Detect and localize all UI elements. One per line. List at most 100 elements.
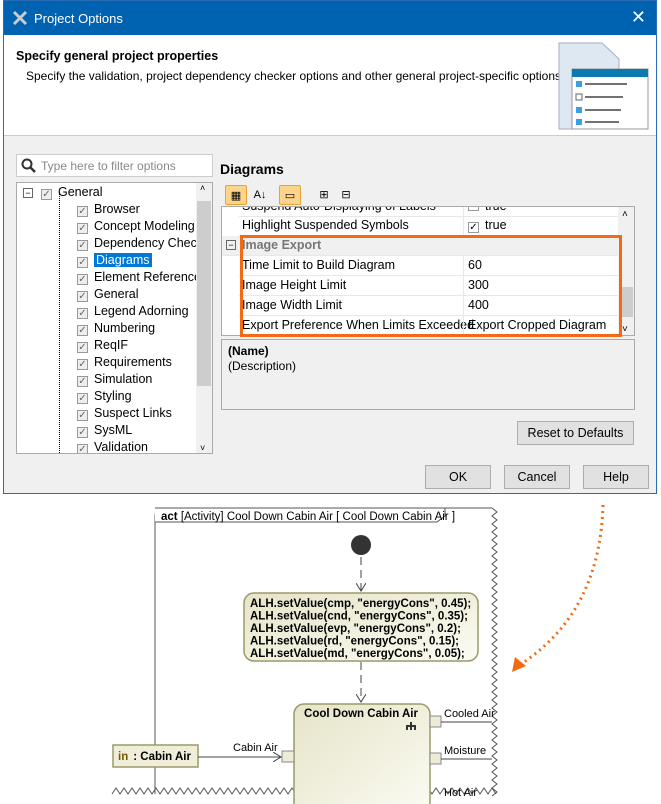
description-toggle-icon[interactable]: ▭ xyxy=(279,185,301,205)
description-name: (Name) xyxy=(228,344,269,358)
tree-item-label: General xyxy=(94,287,139,301)
filter-placeholder: Type here to filter options xyxy=(41,159,176,173)
tree-item[interactable]: ✓ Legend Adorning xyxy=(77,303,189,320)
scroll-up-icon[interactable]: ˄ xyxy=(200,183,205,193)
checkbox[interactable]: ✓ xyxy=(77,342,88,353)
header-panel: Specify general project properties Speci… xyxy=(4,35,656,136)
code-line: ALH.setValue(cmp, "energyCons", 0.45); xyxy=(250,598,471,610)
scroll-down-icon[interactable]: ˅ xyxy=(622,324,628,335)
reset-defaults-button[interactable]: Reset to Defaults xyxy=(517,421,634,445)
property-name: Highlight Suspended Symbols xyxy=(242,218,409,232)
tree-item[interactable]: ✓ Requirements xyxy=(77,354,172,371)
description-text: (Description) xyxy=(228,359,297,373)
property-name: Suspend Auto-Displaying of Labels xyxy=(242,206,436,213)
tree-item-general-root[interactable]: − ✓ General xyxy=(23,184,102,201)
checkbox[interactable]: ✓ xyxy=(77,223,88,234)
tree-item-label: Simulation xyxy=(94,372,153,386)
categorized-view-icon[interactable]: ▦ xyxy=(225,185,247,205)
tree-item[interactable]: ✓ Element References xyxy=(77,269,207,286)
input-pin-cabin-air[interactable] xyxy=(281,750,295,763)
tree-item-label: Suspect Links xyxy=(94,406,172,420)
scroll-down-icon[interactable]: ˅ xyxy=(200,443,205,453)
collapse-icon[interactable]: − xyxy=(23,188,33,198)
description-panel: (Name) (Description) xyxy=(221,339,635,410)
code-line: ALH.setValue(md, "energyCons", 0.05); xyxy=(250,648,465,660)
scroll-up-icon[interactable]: ˄ xyxy=(622,209,628,220)
app-logo-icon xyxy=(12,10,28,26)
ok-button[interactable]: OK xyxy=(425,465,491,489)
options-document-icon xyxy=(558,42,649,130)
tree-item-label: Diagrams xyxy=(94,253,152,267)
output-pin-moisture[interactable] xyxy=(429,752,442,765)
tree-item-label: Legend Adorning xyxy=(94,304,189,318)
highlight-frame xyxy=(240,235,622,337)
property-value: true xyxy=(463,206,507,216)
tree-item-label: Requirements xyxy=(94,355,172,369)
tree-item-label: Element References xyxy=(94,270,208,284)
sort-alphabetical-icon[interactable]: A↓ xyxy=(249,185,271,205)
tree-item[interactable]: ✓ Styling xyxy=(77,388,132,405)
value-text: true xyxy=(485,218,507,232)
tree-item[interactable]: ✓ Concept Modeling xyxy=(77,218,195,235)
tree-item-label: Browser xyxy=(94,202,140,216)
checkbox[interactable]: ✓ xyxy=(77,393,88,404)
pin-label: Hot Air xyxy=(444,787,477,799)
checkbox[interactable]: ✓ xyxy=(77,206,88,217)
checkbox[interactable] xyxy=(468,207,479,211)
code-line: ALH.setValue(cnd, "energyCons", 0.35); xyxy=(250,611,468,623)
tree-item[interactable]: ✓ Validation xyxy=(77,439,148,454)
tree-item[interactable]: ✓ Simulation xyxy=(77,371,152,388)
action-name: Cool Down Cabin Air xyxy=(304,708,418,720)
checkbox[interactable]: ✓ xyxy=(77,240,88,251)
search-icon xyxy=(21,158,36,173)
checkbox[interactable]: ✓ xyxy=(77,359,88,370)
options-tree: − ✓ General ✓ Browser ✓ Concept Modeling ✓ Depe… xyxy=(16,182,213,454)
section-title: Diagrams xyxy=(220,161,284,177)
collapse-all-icon[interactable]: ⊟ xyxy=(335,185,357,205)
checkbox[interactable]: ✓ xyxy=(77,257,88,268)
title-bar: Project Options ✕ xyxy=(4,1,656,35)
cancel-button[interactable]: Cancel xyxy=(504,465,570,489)
initial-node[interactable] xyxy=(351,535,371,555)
tree-item[interactable]: ✓ Numbering xyxy=(77,320,155,337)
tree-item-label: Styling xyxy=(94,389,132,403)
flow-label: Cabin Air xyxy=(233,742,278,754)
checkbox[interactable]: ✓ xyxy=(77,444,88,453)
arrowhead-icon xyxy=(512,657,526,672)
value-text: true xyxy=(485,206,507,213)
tree-item-label: Numbering xyxy=(94,321,156,335)
tree-item[interactable]: ✓ ReqIF xyxy=(77,337,128,354)
tree-item[interactable]: ✓ Dependency Checker xyxy=(77,235,212,252)
tree-item[interactable]: ✓ General xyxy=(77,286,138,303)
help-button[interactable]: Help xyxy=(583,465,649,489)
close-icon[interactable]: ✕ xyxy=(631,7,646,28)
activity-diagram: act [Activity] Cool Down Cabin Air [ Coo… xyxy=(111,504,605,804)
expand-all-icon[interactable]: ⊞ xyxy=(313,185,335,205)
code-line: ALH.setValue(rd, "energyCons", 0.15); xyxy=(250,636,459,648)
checkbox[interactable]: ✓ xyxy=(77,410,88,421)
tree-item[interactable]: ✓ Suspect Links xyxy=(77,405,172,422)
tree-item[interactable]: ✓ SysML xyxy=(77,422,132,439)
tree-item-label: Concept Modeling xyxy=(94,219,195,233)
callout-arrow xyxy=(517,504,605,668)
property-row-highlight[interactable]: Highlight Suspended Symbols ✓ true xyxy=(239,216,619,236)
tree-item-label: Validation xyxy=(94,440,148,454)
checkbox-checked[interactable]: ✓ xyxy=(468,222,479,233)
collapse-icon[interactable]: − xyxy=(226,240,236,250)
tree-scrollbar[interactable]: ˄ ˅ xyxy=(196,183,212,453)
tree-item[interactable]: ✓ Browser xyxy=(77,201,140,218)
output-pin-cooled-air[interactable] xyxy=(429,715,442,728)
checkbox[interactable]: ✓ xyxy=(77,274,88,285)
checkbox[interactable]: ✓ xyxy=(77,376,88,387)
checkbox[interactable]: ✓ xyxy=(77,291,88,302)
filter-input[interactable]: Type here to filter options xyxy=(16,154,213,177)
checkbox[interactable]: ✓ xyxy=(77,325,88,336)
window-title: Project Options xyxy=(34,11,123,26)
pin-label: Moisture xyxy=(444,745,486,757)
tree-item[interactable]: ✓ Diagrams xyxy=(77,252,152,269)
tree-item-label: General xyxy=(58,185,103,199)
checkbox[interactable]: ✓ xyxy=(77,308,88,319)
checkbox[interactable]: ✓ xyxy=(77,427,88,438)
tree-item-label: ReqIF xyxy=(94,338,129,352)
checkbox[interactable]: ✓ xyxy=(41,189,52,200)
